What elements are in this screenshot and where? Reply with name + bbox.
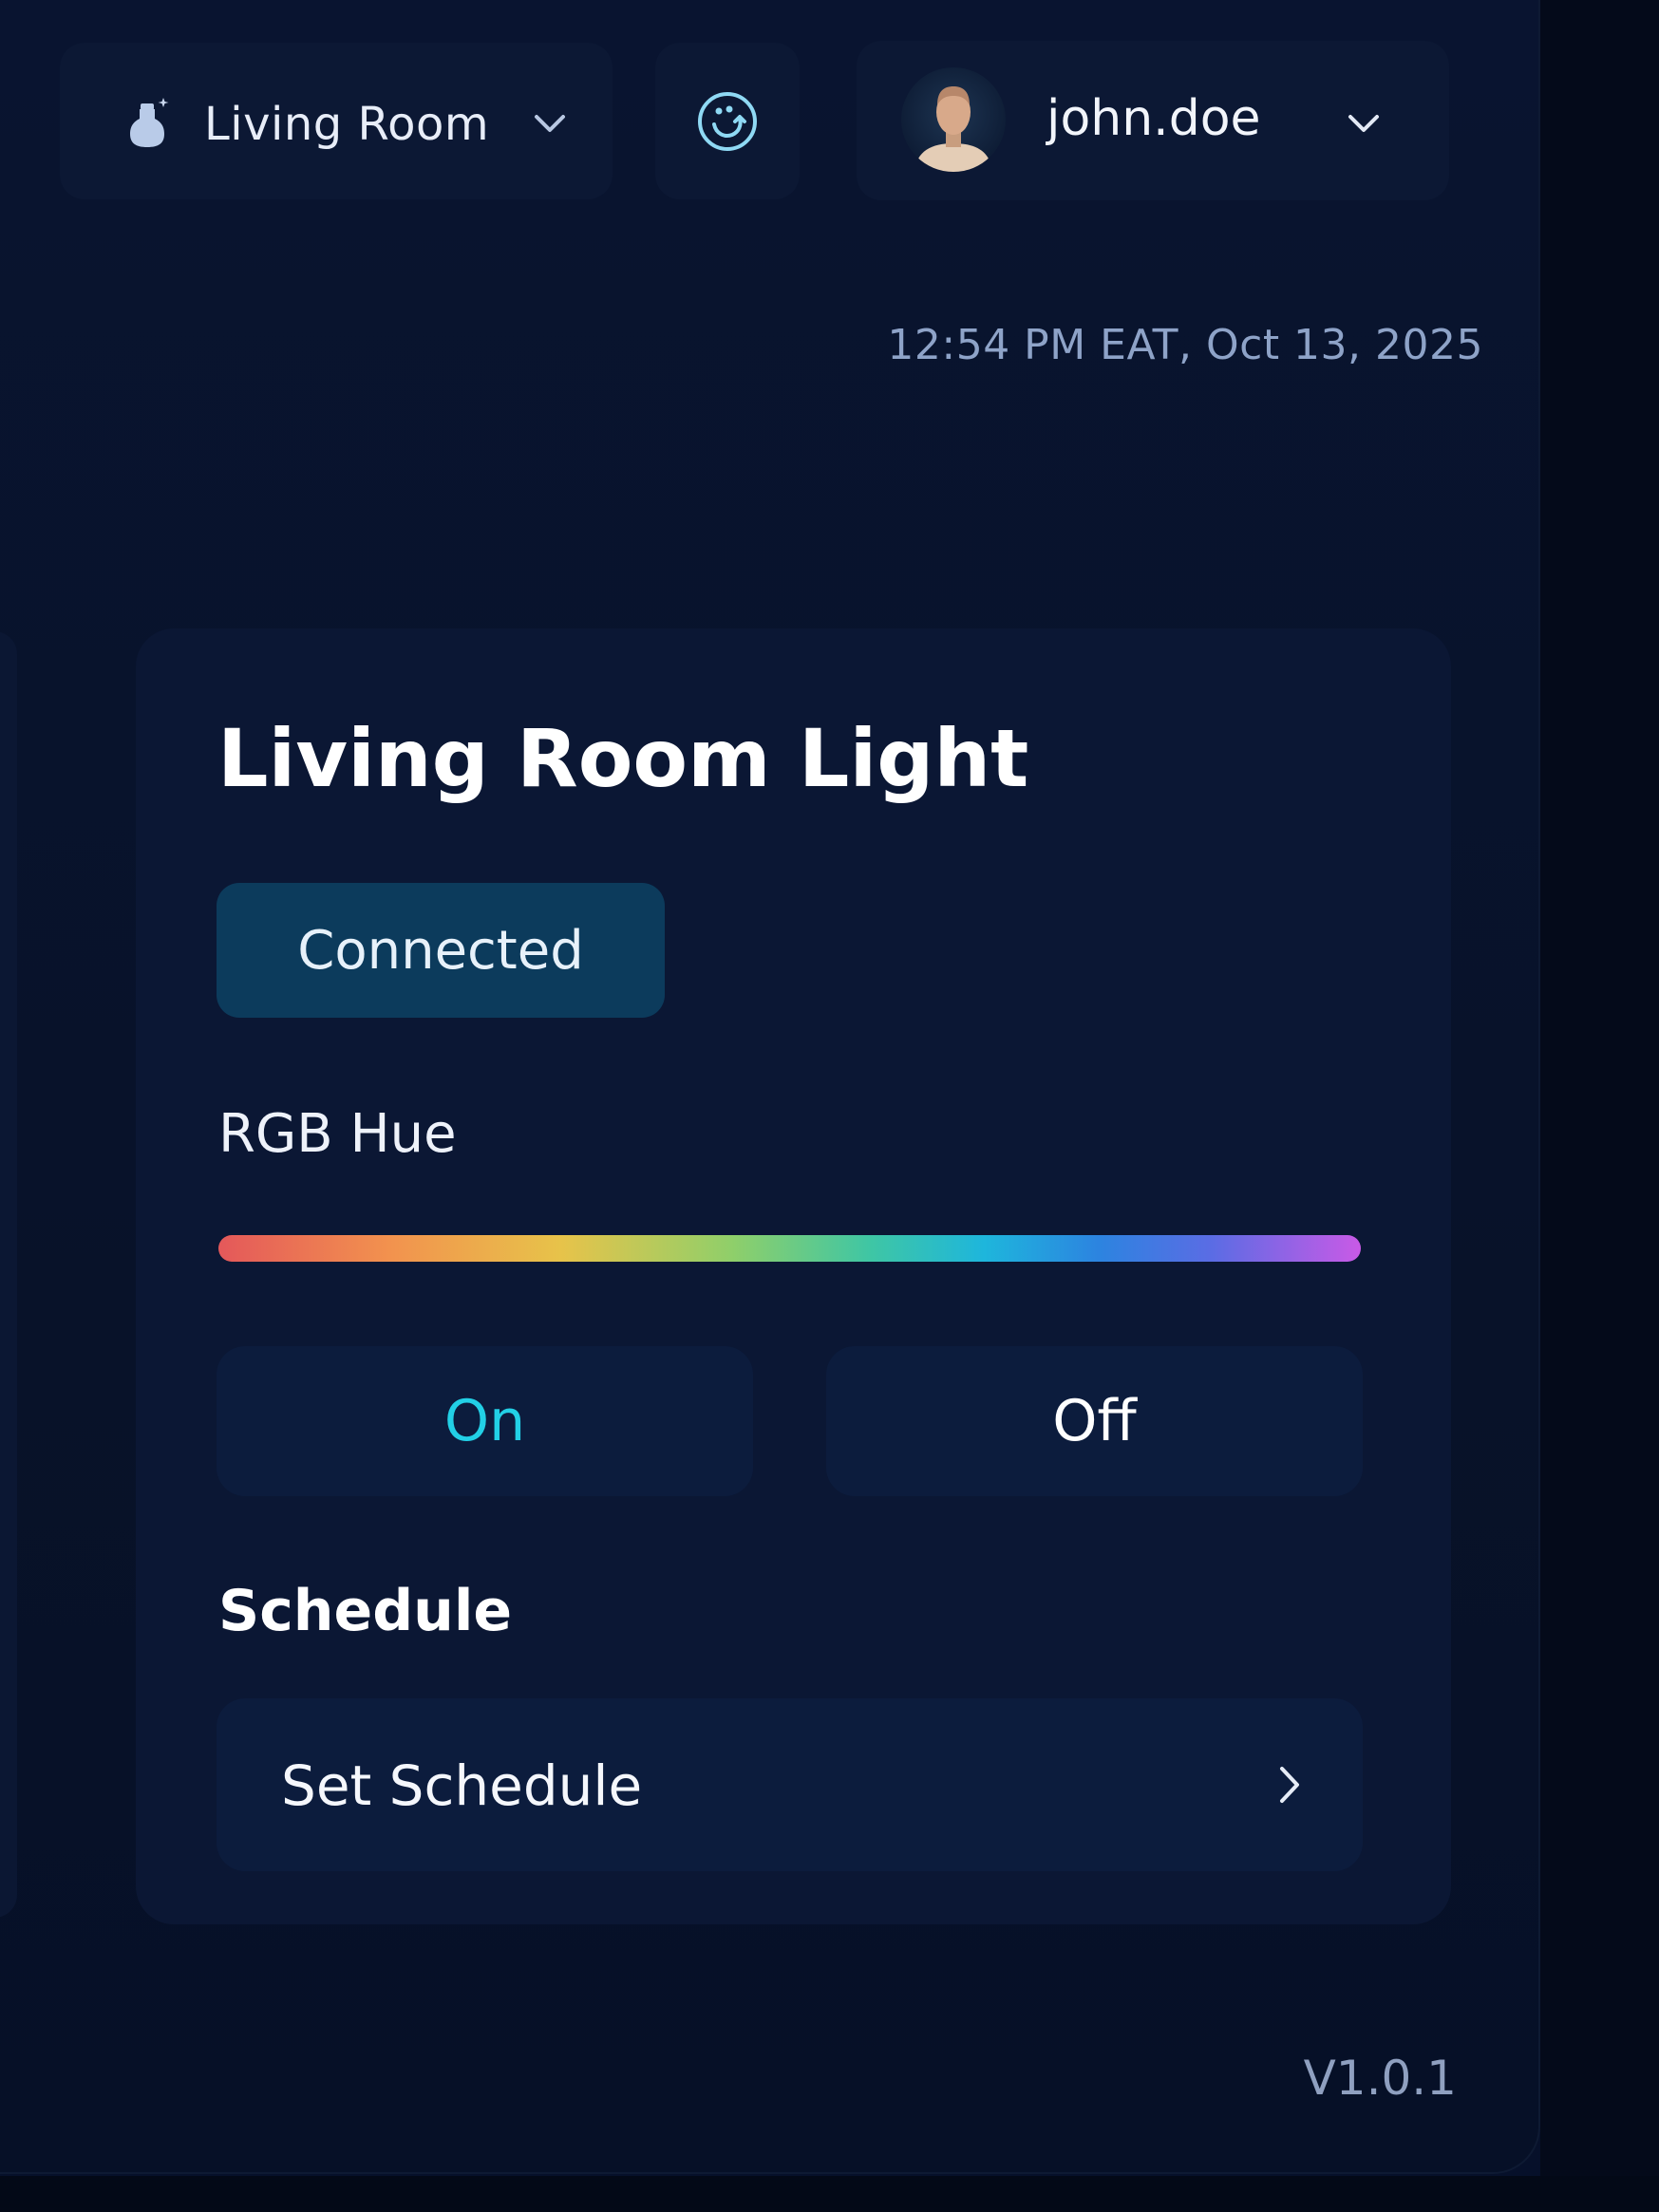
- bottom-strip: [0, 2176, 1659, 2212]
- app-screen: Living Room john.doe 12:54 PM EAT, Oct 1…: [0, 0, 1659, 2212]
- room-bulb-icon: [130, 98, 169, 147]
- app-version: V1.0.1: [1303, 2051, 1457, 2106]
- user-avatar: [901, 67, 1006, 172]
- chevron-down-icon: [1348, 115, 1379, 132]
- chevron-right-icon: [1280, 1767, 1299, 1803]
- room-selector[interactable]: Living Room: [60, 43, 613, 199]
- on-button[interactable]: On: [217, 1346, 753, 1496]
- avatar-figure: [914, 86, 992, 172]
- connection-status-badge: Connected: [217, 883, 665, 1018]
- set-schedule-label: Set Schedule: [281, 1753, 643, 1818]
- rgb-hue-slider[interactable]: [218, 1235, 1361, 1262]
- right-gutter: [1540, 0, 1659, 2212]
- device-sync-icon: [698, 91, 757, 151]
- off-button[interactable]: Off: [826, 1346, 1363, 1496]
- device-title: Living Room Light: [217, 712, 1029, 805]
- hue-label: RGB Hue: [218, 1103, 457, 1165]
- current-datetime: 12:54 PM EAT, Oct 13, 2025: [887, 321, 1483, 369]
- room-selector-label: Living Room: [204, 98, 490, 151]
- device-card: Living Room Light Connected RGB Hue On O…: [136, 628, 1451, 1924]
- previous-card-edge[interactable]: [0, 631, 17, 1918]
- chevron-down-icon: [535, 115, 565, 132]
- user-menu[interactable]: john.doe: [857, 41, 1449, 200]
- device-status-button[interactable]: [655, 43, 800, 199]
- schedule-heading: Schedule: [218, 1578, 513, 1644]
- set-schedule-button[interactable]: Set Schedule: [217, 1698, 1363, 1871]
- username-label: john.doe: [1046, 90, 1261, 147]
